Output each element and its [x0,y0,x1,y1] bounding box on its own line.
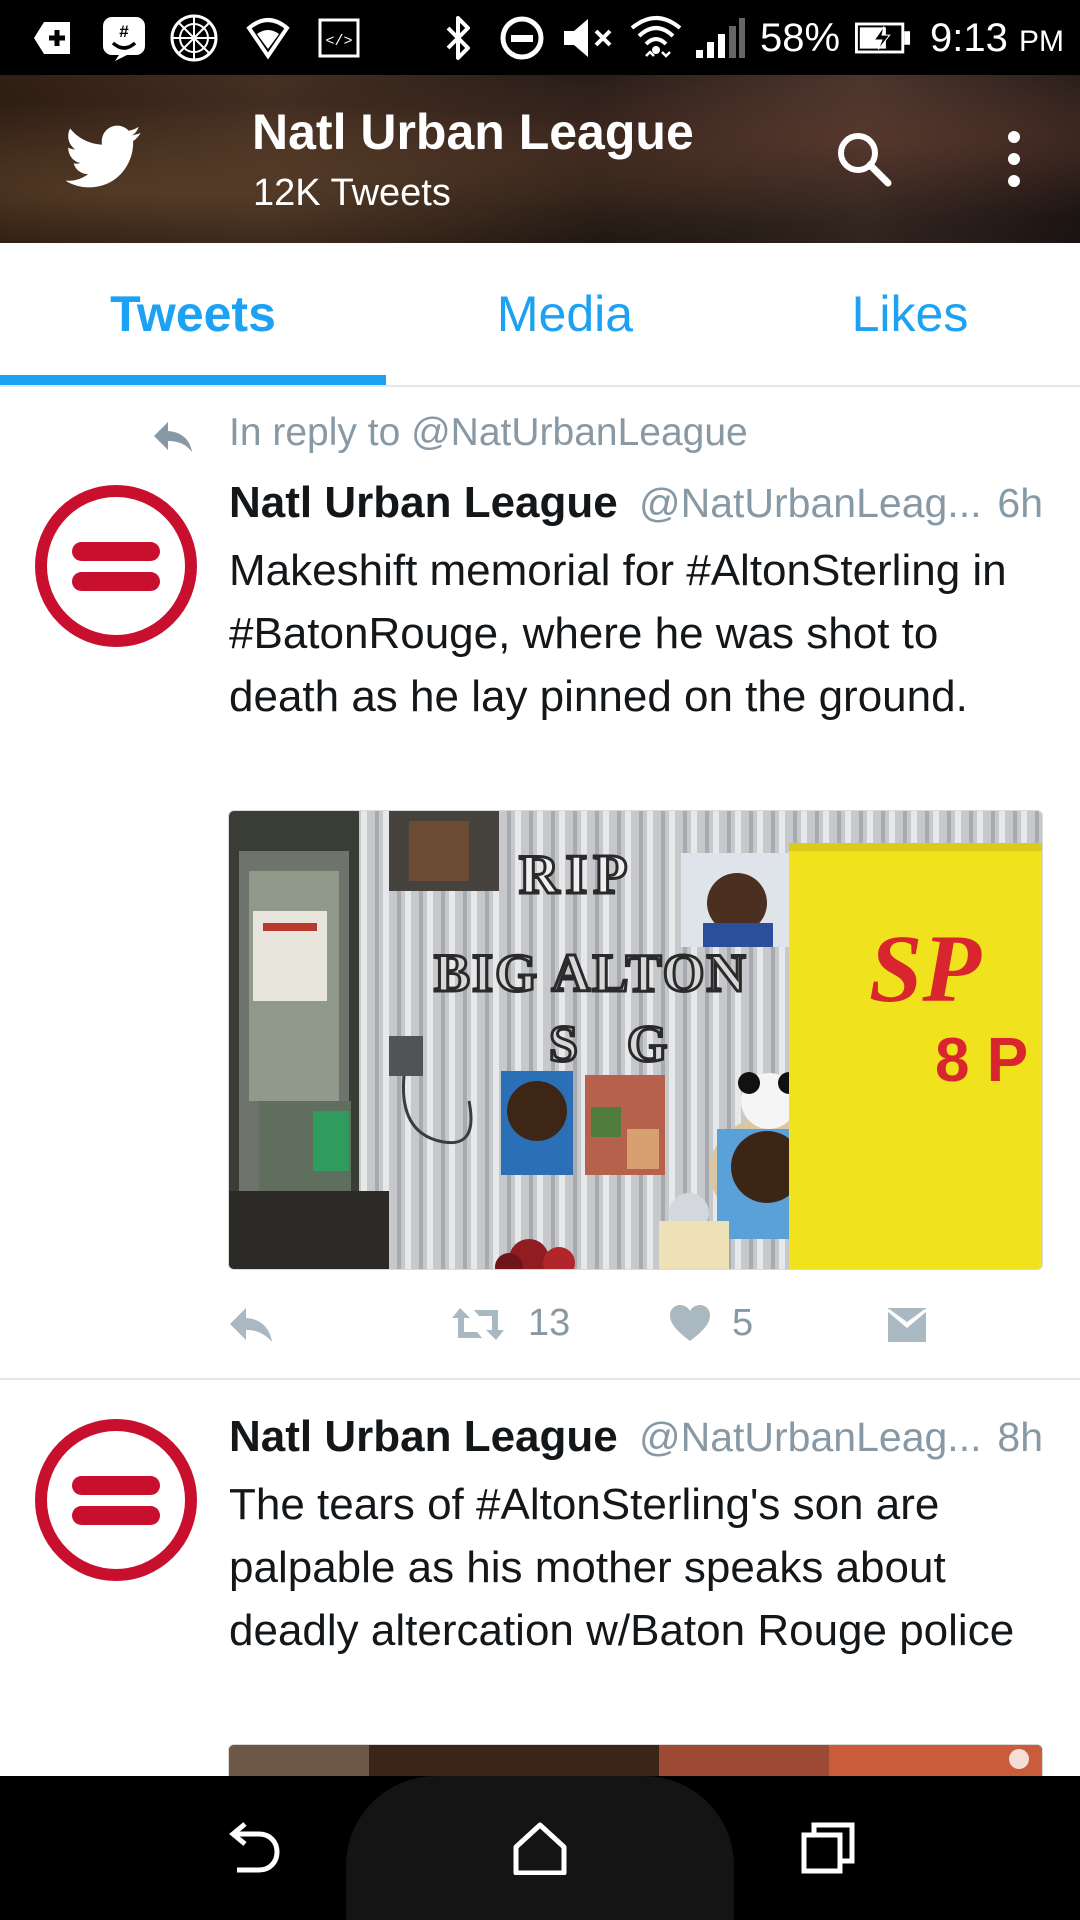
add-box-icon [30,12,74,64]
tweet-author-name[interactable]: Natl Urban League [229,478,618,528]
back-icon[interactable] [215,1810,291,1886]
direct-message-button[interactable] [886,1306,928,1344]
retweet-icon [452,1307,504,1340]
tweet-author-handle[interactable]: @NatUrbanLeag... [639,1414,981,1461]
reply-context[interactable]: In reply to @NatUrbanLeague [229,411,748,455]
retweet-button[interactable]: 13 [450,1302,570,1345]
system-navigation-bar [0,1776,1080,1920]
tweet-author-handle[interactable]: @NatUrbanLeag... [639,480,981,527]
like-count: 5 [732,1302,754,1344]
profile-title: Natl Urban League [252,104,694,160]
tweet-text: The tears of #AltonSterling's son are pa… [229,1480,1015,1655]
profile-tabs: Tweets Media Likes [0,243,1080,387]
search-icon[interactable] [834,129,894,189]
tab-likes[interactable]: Likes [730,243,1080,385]
tweet-divider [0,1378,1080,1380]
tweet-text: Makeshift memorial for #AltonSterling in… [229,546,1007,721]
battery-charging-icon [855,12,911,64]
groupme-icon: # [100,12,148,64]
tweet-timestamp: 8h [997,1414,1043,1460]
memorial-text-sg: S G [549,1016,685,1073]
svg-text:#: # [119,22,129,41]
retweet-count: 13 [528,1302,571,1344]
wifi-shield-icon [246,12,290,64]
more-options-icon[interactable] [990,127,1038,191]
heart-icon [670,1304,710,1341]
mute-icon [562,12,616,64]
reply-context-icon [152,420,194,454]
tweet-timestamp: 6h [997,480,1043,526]
avatar[interactable] [34,484,198,648]
banner-text-line2: 8 P [935,1026,1028,1095]
svg-text:</>: </> [325,33,352,50]
profile-header: Natl Urban League 12K Tweets [0,75,1080,243]
recent-apps-icon[interactable] [790,1810,866,1886]
avatar[interactable] [34,1418,198,1582]
reply-icon [230,1308,272,1342]
home-icon[interactable] [502,1810,578,1886]
tab-tweets[interactable]: Tweets [13,243,373,385]
bluetooth-icon [440,12,476,64]
battery-percent: 58% [760,16,841,60]
memorial-text-big-alton: BIG ALTON [434,943,748,1003]
tab-media[interactable]: Media [385,243,745,385]
sphere-icon [168,12,220,64]
clock: 9:13 PM [930,16,1064,60]
banner-text-line1: SP [869,915,982,1022]
reply-button[interactable] [228,1306,274,1344]
status-bar: # </> 58% 9:13 PM [0,0,1080,75]
tweet-count: 12K Tweets [253,172,451,214]
envelope-icon [887,1308,927,1342]
signal-icon [694,12,746,64]
like-button[interactable]: 5 [670,1302,753,1345]
wifi-icon [628,12,684,64]
tweet-author-name[interactable]: Natl Urban League [229,1412,618,1462]
code-icon: </> [318,12,360,64]
tweet-media-image[interactable]: SP 8 P RIP BIG ALTON S G [228,810,1043,1270]
twitter-bird-icon[interactable] [65,125,142,189]
do-not-disturb-icon [498,12,546,64]
active-tab-indicator [0,375,386,385]
memorial-text-rip: RIP [519,844,633,906]
